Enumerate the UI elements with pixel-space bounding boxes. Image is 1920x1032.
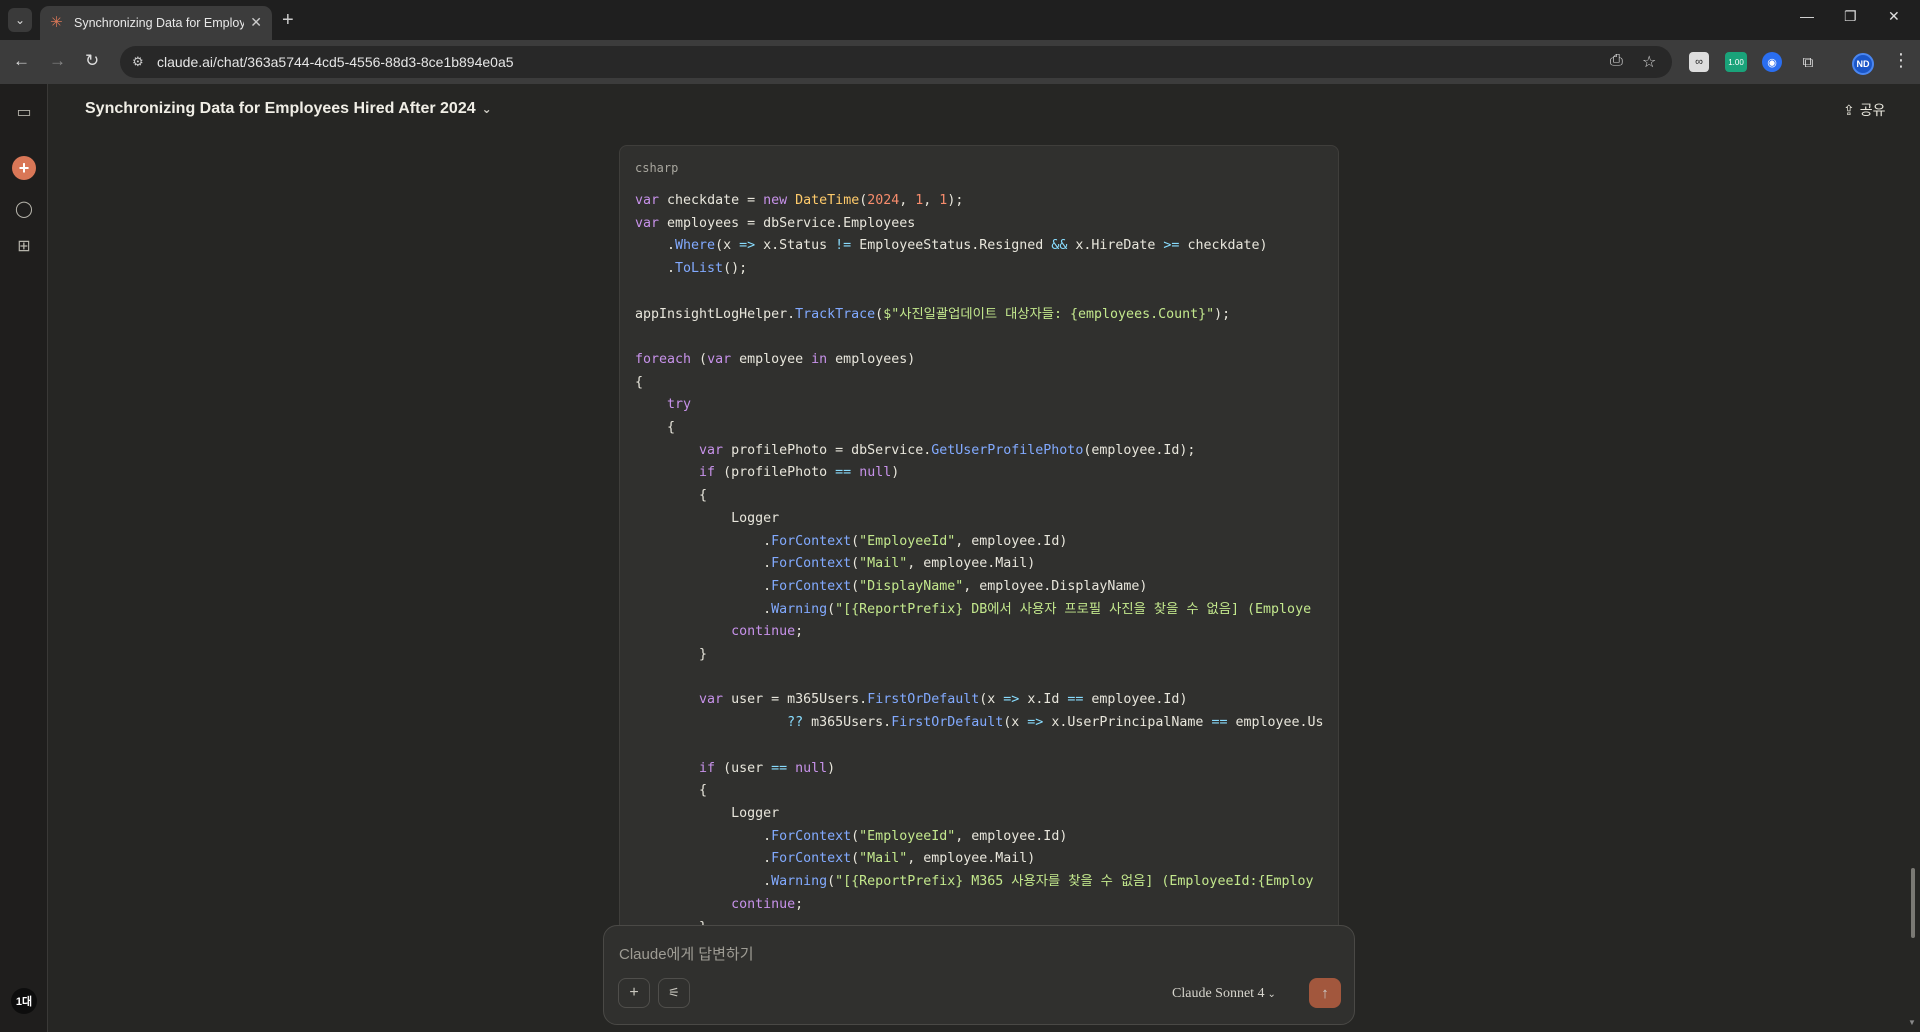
user-avatar[interactable]: 1대 xyxy=(11,988,37,1014)
extension-badge-value: 1.00 xyxy=(1728,57,1744,67)
code-line: .Warning("[{ReportPrefix} DB에서 사용자 프로필 사… xyxy=(635,601,1312,617)
site-info-icon[interactable]: ⚙ xyxy=(132,54,144,70)
tab-search-chevron-icon[interactable]: ⌄ xyxy=(8,8,32,32)
code-line: .ForContext("DisplayName", employee.Disp… xyxy=(635,578,1148,594)
code-line: if (user == null) xyxy=(699,760,836,776)
url-text[interactable]: claude.ai/chat/363a5744-4cd5-4556-88d3-8… xyxy=(157,54,514,70)
extension-badge-icon[interactable]: 1.00 xyxy=(1725,52,1747,72)
extensions-puzzle-icon[interactable]: ⧉ xyxy=(1798,52,1818,72)
code-line: ?? m365Users.FirstOrDefault(x => x.UserP… xyxy=(787,715,1324,731)
code-line: { xyxy=(635,420,676,436)
share-label: 공유 xyxy=(1859,102,1886,118)
composer-placeholder[interactable]: Claude에게 답변하기 xyxy=(619,943,754,964)
code-line: var employees = dbService.Employees xyxy=(635,215,916,231)
code-line: { xyxy=(635,374,644,390)
scroll-down-arrow-icon[interactable]: ▼ xyxy=(1908,1018,1916,1027)
code-line: .ForContext("Mail", employee.Mail) xyxy=(635,851,1036,867)
install-app-icon[interactable]: ⎙ xyxy=(1610,52,1623,70)
profile-initials: ND xyxy=(1856,59,1870,69)
code-line: foreach (var employee in employees) xyxy=(635,351,916,367)
code-block: csharp var checkdate = new DateTime(2024… xyxy=(619,145,1339,937)
message-composer[interactable]: Claude에게 답변하기 + ⚟ Claude Sonnet 4 ⌄ ↑ xyxy=(603,925,1355,1025)
code-line: Logger xyxy=(635,510,780,526)
arrow-up-icon: ↑ xyxy=(1321,984,1329,1002)
browser-toolbar: ← → ↻ ⚙ claude.ai/chat/363a5744-4cd5-455… xyxy=(0,40,1920,84)
code-line: var user = m365Users.FirstOrDefault(x =>… xyxy=(699,692,1188,708)
code-line: .Warning("[{ReportPrefix} M365 사용자를 찾을 수… xyxy=(635,874,1314,890)
code-line: .ForContext("EmployeeId", employee.Id) xyxy=(635,828,1068,844)
code-line: var profilePhoto = dbService.GetUserProf… xyxy=(699,442,1196,458)
code-line: appInsightLogHelper.TrackTrace($"사진일괄업데이… xyxy=(635,306,1231,322)
code-line: if (profilePhoto == null) xyxy=(699,465,900,481)
code-line: .ForContext("Mail", employee.Mail) xyxy=(635,556,1036,572)
model-selector[interactable]: Claude Sonnet 4 ⌄ xyxy=(1172,986,1276,1002)
extension-glasses-icon[interactable]: ∞ xyxy=(1689,52,1709,72)
chat-title: Synchronizing Data for Employees Hired A… xyxy=(85,100,476,117)
code-line: var checkdate = new DateTime(2024, 1, 1)… xyxy=(635,193,964,208)
close-tab-icon[interactable]: ✕ xyxy=(250,14,262,31)
app-sidebar: ▭ + ◯ ⊞ 1대 xyxy=(0,84,48,1032)
tab-title: Synchronizing Data for Employ xyxy=(74,16,244,30)
projects-grid-icon[interactable]: ⊞ xyxy=(12,234,36,258)
back-arrow-icon[interactable]: ← xyxy=(13,51,30,71)
code-line: { xyxy=(635,488,708,504)
browser-tab-bar: ⌄ ✳ Synchronizing Data for Employ ✕ + — … xyxy=(0,0,1920,40)
tools-sliders-button[interactable]: ⚟ xyxy=(658,978,690,1008)
page-scrollbar[interactable] xyxy=(1911,868,1915,938)
code-line: continue; xyxy=(731,624,804,640)
forward-arrow-icon[interactable]: → xyxy=(49,51,66,71)
browser-tab-active[interactable]: ✳ Synchronizing Data for Employ ✕ xyxy=(40,6,272,40)
code-line: .ToList(); xyxy=(635,261,748,277)
minimize-icon[interactable]: — xyxy=(1800,8,1814,24)
restore-icon[interactable]: ❐ xyxy=(1844,8,1857,25)
code-line: { xyxy=(635,783,708,799)
new-chat-plus-icon[interactable]: + xyxy=(12,156,36,180)
new-tab-plus-icon[interactable]: + xyxy=(282,8,294,32)
share-icon: ⇪ xyxy=(1843,102,1855,118)
address-bar[interactable]: ⚙ claude.ai/chat/363a5744-4cd5-4556-88d3… xyxy=(120,46,1672,78)
reload-icon[interactable]: ↻ xyxy=(85,51,99,71)
code-content: var checkdate = new DateTime(2024, 1, 1)… xyxy=(635,190,1324,936)
model-label: Claude Sonnet 4 xyxy=(1172,986,1265,1001)
code-line: Logger xyxy=(635,805,780,821)
code-line: continue; xyxy=(731,896,804,912)
bookmark-star-icon[interactable]: ☆ xyxy=(1642,52,1656,72)
profile-avatar[interactable]: ND xyxy=(1852,53,1874,75)
chats-icon[interactable]: ◯ xyxy=(12,197,36,221)
chat-title-button[interactable]: Synchronizing Data for Employees Hired A… xyxy=(85,100,492,118)
browser-menu-icon[interactable]: ⋮ xyxy=(1892,50,1910,71)
chevron-down-icon: ⌄ xyxy=(481,102,492,116)
send-button[interactable]: ↑ xyxy=(1309,978,1341,1008)
code-line: } xyxy=(635,647,708,663)
claude-favicon-icon: ✳ xyxy=(50,14,63,31)
code-line: .ForContext("EmployeeId", employee.Id) xyxy=(635,533,1068,549)
extension-blue-circle-icon[interactable]: ◉ xyxy=(1762,52,1782,72)
sidebar-toggle-icon[interactable]: ▭ xyxy=(12,100,36,124)
code-language-label: csharp xyxy=(635,161,679,175)
window-close-icon[interactable]: ✕ xyxy=(1888,8,1900,25)
code-line: .Where(x => x.Status != EmployeeStatus.R… xyxy=(635,238,1268,254)
chevron-down-icon: ⌄ xyxy=(1267,989,1276,1000)
attach-plus-button[interactable]: + xyxy=(618,978,650,1008)
share-button[interactable]: ⇪ 공유 xyxy=(1843,100,1886,120)
avatar-label: 1대 xyxy=(15,996,33,1008)
code-line: try xyxy=(667,397,692,413)
